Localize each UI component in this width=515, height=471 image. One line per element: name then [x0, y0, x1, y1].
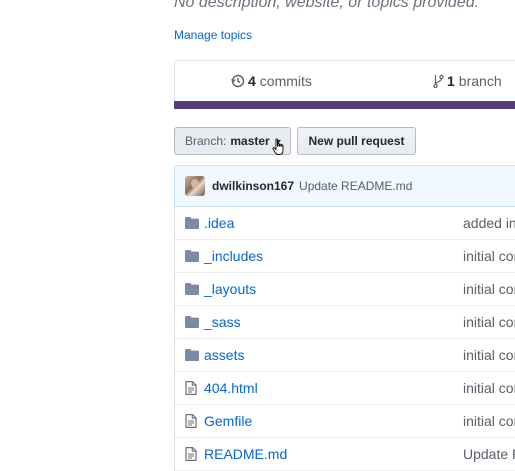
file-name-link[interactable]: README.md — [204, 446, 287, 462]
file-row[interactable]: assets initial com — [175, 339, 515, 372]
folder-icon — [185, 348, 199, 364]
file-name-link[interactable]: assets — [204, 347, 244, 363]
manage-topics-link[interactable]: Manage topics — [174, 28, 252, 42]
folder-icon — [185, 282, 199, 298]
commits-label: commits — [259, 73, 312, 89]
commit-message[interactable]: Update README.md — [299, 179, 412, 193]
history-icon — [231, 74, 245, 88]
file-name-link[interactable]: _layouts — [204, 281, 256, 297]
file-commit-message[interactable]: Update R — [463, 446, 515, 462]
commits-link[interactable]: 4 commits — [231, 73, 312, 89]
file-commit-message[interactable]: initial com — [463, 413, 515, 429]
folder-icon — [185, 315, 199, 331]
file-commit-message[interactable]: added in — [463, 215, 515, 231]
branches-label: branch — [458, 73, 502, 89]
branches-count: 1 — [447, 73, 455, 89]
file-icon — [185, 381, 197, 398]
file-commit-message[interactable]: initial com — [463, 380, 515, 396]
file-commit-message[interactable]: initial com — [463, 281, 515, 297]
file-name-link[interactable]: .idea — [204, 215, 234, 231]
file-row[interactable]: _includes initial com — [175, 240, 515, 273]
file-row[interactable]: _sass initial com — [175, 306, 515, 339]
file-row[interactable]: .idea added in — [175, 207, 515, 240]
file-row[interactable]: README.md Update R — [175, 438, 515, 471]
file-name-link[interactable]: 404.html — [204, 380, 258, 396]
branch-icon — [433, 74, 444, 88]
file-commit-message[interactable]: initial com — [463, 314, 515, 330]
repo-description: No description, website, or topics provi… — [174, 0, 480, 11]
file-row[interactable]: _layouts initial com — [175, 273, 515, 306]
branch-name: master — [230, 134, 270, 148]
file-list: .ideaadded in_includesinitial com_layout… — [174, 207, 515, 471]
file-commit-message[interactable]: initial com — [463, 248, 515, 264]
branches-link[interactable]: 1 branch — [433, 73, 502, 89]
avatar[interactable] — [185, 176, 205, 196]
folder-icon — [185, 249, 199, 265]
file-name-link[interactable]: _sass — [204, 314, 241, 330]
hand-pointer-icon — [272, 138, 286, 161]
latest-commit-bar: dwilkinson167 Update README.md — [174, 165, 515, 207]
commits-count: 4 — [248, 73, 256, 89]
branch-prefix: Branch: — [185, 134, 227, 148]
folder-icon — [185, 216, 199, 232]
file-name-link[interactable]: Gemfile — [204, 413, 252, 429]
new-pull-request-button[interactable]: New pull request — [297, 127, 416, 155]
commit-author[interactable]: dwilkinson167 — [212, 179, 294, 193]
file-row[interactable]: Gemfile initial com — [175, 405, 515, 438]
file-commit-message[interactable]: initial com — [463, 347, 515, 363]
file-icon — [185, 447, 197, 464]
file-icon — [185, 414, 197, 431]
file-name-link[interactable]: _includes — [204, 248, 263, 264]
file-row[interactable]: 404.html initial com — [175, 372, 515, 405]
language-bar[interactable] — [174, 101, 515, 109]
